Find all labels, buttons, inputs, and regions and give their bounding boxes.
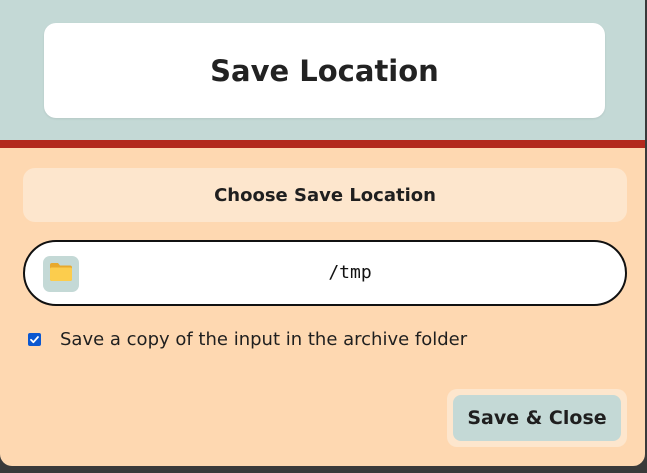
save-path-field[interactable]: /tmp xyxy=(23,240,627,306)
section-label: Choose Save Location xyxy=(214,184,436,206)
dialog-title: Save Location xyxy=(210,53,439,88)
dialog-header: Save Location xyxy=(0,0,645,140)
title-card: Save Location xyxy=(44,23,605,118)
save-path-value: /tmp xyxy=(328,262,372,283)
archive-copy-option: Save a copy of the input in the archive … xyxy=(28,326,467,352)
archive-copy-label: Save a copy of the input in the archive … xyxy=(60,328,468,350)
save-close-button[interactable]: Save & Close xyxy=(453,395,621,441)
archive-copy-checkbox[interactable] xyxy=(28,330,41,349)
folder-icon xyxy=(49,262,73,286)
save-button-container: Save & Close xyxy=(447,389,627,447)
checkmark-icon xyxy=(29,330,40,349)
header-divider xyxy=(0,140,645,148)
browse-folder-button[interactable] xyxy=(43,256,79,292)
save-location-dialog: Save Location Choose Save Location /tmp … xyxy=(0,0,645,466)
section-header: Choose Save Location xyxy=(23,168,627,222)
